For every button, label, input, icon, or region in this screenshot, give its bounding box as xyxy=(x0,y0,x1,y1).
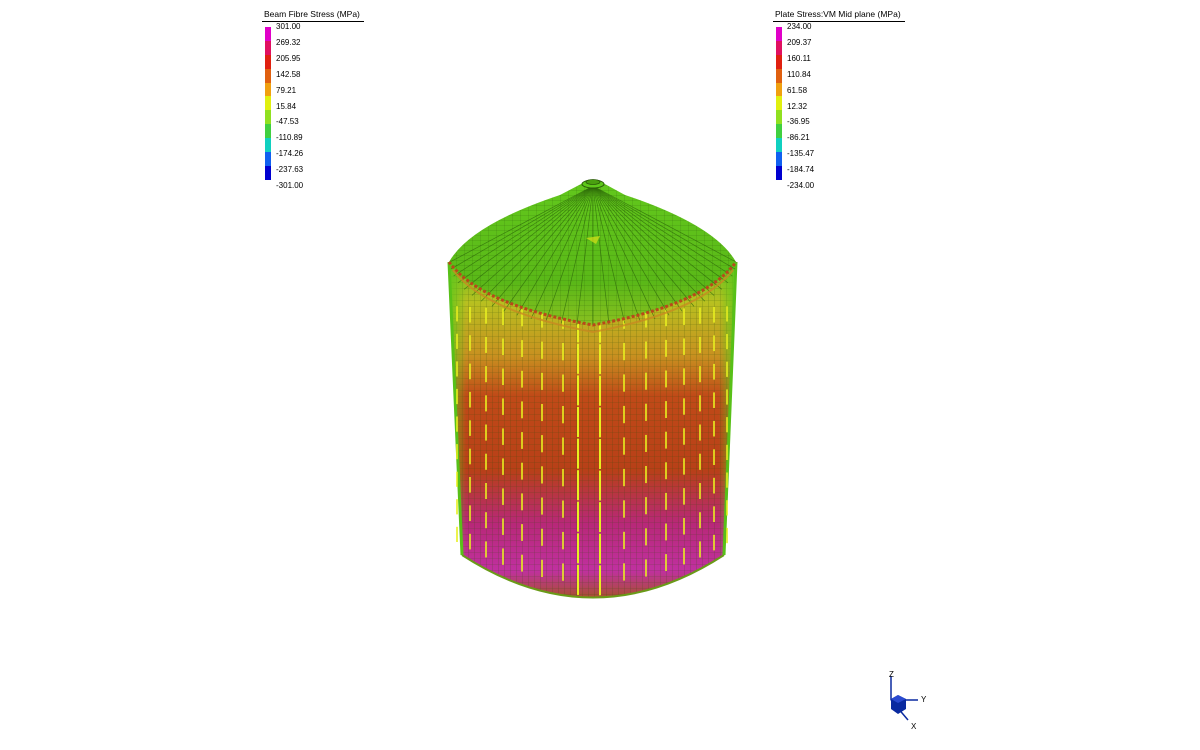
graphics-viewport[interactable]: Beam Fibre Stress (MPa) 301.00 269.32 205.… xyxy=(0,0,1200,750)
axis-triad: Z Y X xyxy=(878,668,948,738)
triad-z-label: Z xyxy=(889,670,894,679)
triad-y-label: Y xyxy=(921,695,927,704)
triad-x-label: X xyxy=(911,722,917,731)
tank-fe-model[interactable] xyxy=(0,0,1200,750)
